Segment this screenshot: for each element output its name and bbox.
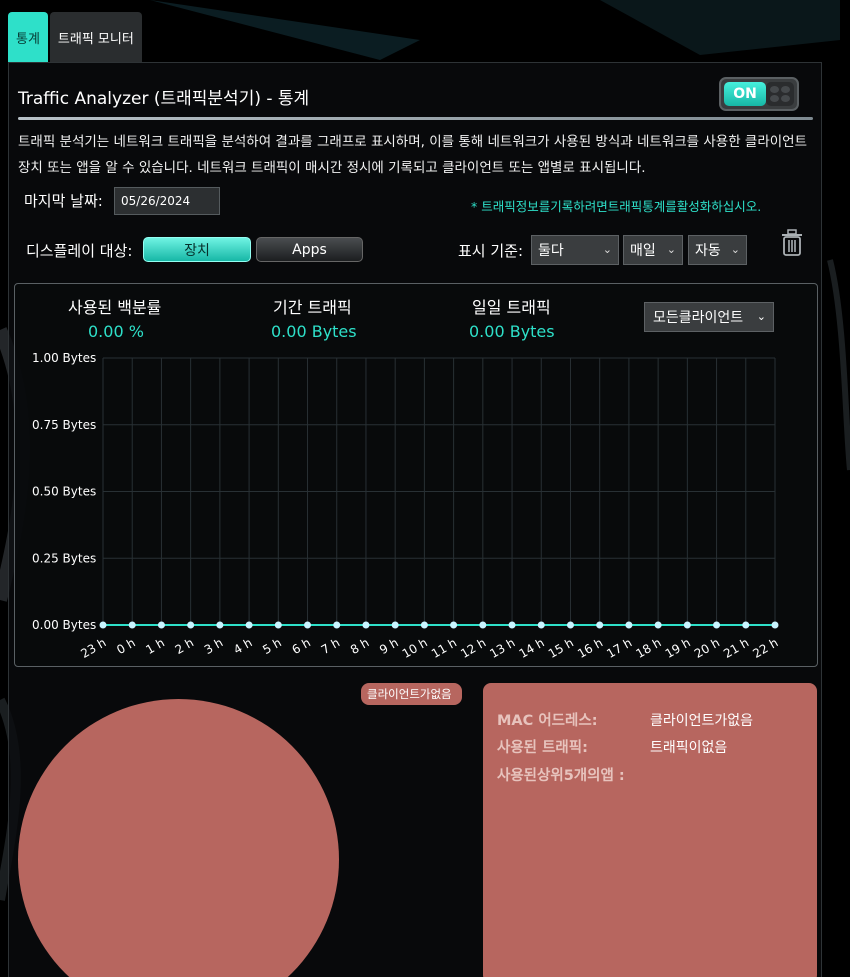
top-apps-label: 사용된상위5개의앱 : [497,768,625,784]
period-traffic-label: 기간 트래픽 [273,298,352,317]
display-basis-label: 표시 기준: [458,242,524,260]
data-point [157,621,165,629]
client-tag: 클라이언트가없음 [361,683,462,705]
used-traffic-label: 사용된 트래픽: [497,740,588,756]
data-point [654,621,662,629]
x-tick-label: 21 h [721,635,751,660]
data-point [450,621,458,629]
direction-select-value: 둘다 [538,243,564,259]
period-select[interactable]: 매일 ⌄ [623,235,683,265]
data-point [596,621,604,629]
x-tick-label: 7 h [319,635,343,657]
traffic-analyzer-toggle[interactable]: ON [719,77,799,111]
x-tick-label: 17 h [604,635,634,660]
chevron-down-icon: ⌄ [730,243,740,256]
toggle-on-label: ON [724,82,766,106]
x-tick-label: 5 h [260,635,284,657]
y-tick-label: 0.00 Bytes [32,618,96,632]
data-point [420,621,428,629]
last-date-input[interactable] [114,187,220,215]
x-tick-label: 23 h [78,635,108,660]
refresh-select[interactable]: 자동 ⌄ [688,235,747,265]
tab-traffic-monitor[interactable]: 트래픽 모니터 [49,12,142,62]
x-tick-label: 11 h [429,635,459,660]
x-tick-label: 18 h [634,635,664,660]
traffic-line-chart: 0.00 Bytes 0.25 Bytes 0.50 Bytes 0.75 Bytes… [32,351,781,661]
data-point [625,621,633,629]
data-point [274,621,282,629]
description-text: 트래픽 분석기는 네트워크 트래픽을 분석하여 결과를 그래프로 표시하며, 이… [18,134,808,176]
data-point [99,621,107,629]
used-traffic-value: 트래픽이없음 [650,740,728,756]
display-target-label: 디스플레이 대상: [26,242,133,260]
used-percent-label: 사용된 백분률 [68,298,162,317]
period-select-value: 매일 [630,243,656,259]
period-traffic-value: 0.00 Bytes [271,322,357,341]
x-tick-label: 10 h [400,635,430,660]
x-tick-label: 2 h [173,635,197,657]
daily-traffic-value: 0.00 Bytes [469,322,555,341]
x-tick-label: 6 h [290,635,314,657]
x-tick-label: 20 h [692,635,722,660]
client-select[interactable]: 모든클라이언트 ⌄ [644,302,774,332]
x-tick-label: 3 h [202,635,226,657]
x-tick-label: 4 h [231,635,255,657]
y-tick-label: 0.25 Bytes [32,551,96,565]
data-point [683,621,691,629]
toggle-knob [766,82,794,106]
chevron-down-icon: ⌄ [666,243,676,256]
page-title: Traffic Analyzer (트래픽분석기) - 통계 [18,89,310,109]
used-percent-value: 0.00 % [88,322,144,341]
data-point [333,621,341,629]
data-point [508,621,516,629]
y-tick-label: 1.00 Bytes [32,351,96,365]
data-point [245,621,253,629]
tab-statistics[interactable]: 통계 [8,12,48,62]
chevron-down-icon: ⌄ [756,310,766,323]
data-point [742,621,750,629]
mac-address-value: 클라이언트가없음 [650,713,754,729]
y-tick-label: 0.50 Bytes [32,485,96,499]
data-point [362,621,370,629]
tab-bar: 통계 트래픽 모니터 [8,12,142,62]
y-tick-label: 0.75 Bytes [32,418,96,432]
x-tick-label: 15 h [546,635,576,660]
x-tick-label: 19 h [663,635,693,660]
title-divider [18,117,813,120]
x-tick-label: 9 h [377,635,401,657]
daily-traffic-label: 일일 트래픽 [472,298,551,317]
data-point [537,621,545,629]
data-point [128,621,136,629]
x-tick-label: 1 h [143,635,167,657]
data-point [391,621,399,629]
x-tick-label: 14 h [517,635,547,660]
data-point [304,621,312,629]
apps-button[interactable]: Apps [256,237,363,262]
x-tick-label: 22 h [750,635,780,660]
client-select-value: 모든클라이언트 [653,310,744,326]
last-date-label: 마지막 날짜: [24,192,103,210]
data-point [566,621,574,629]
data-point [216,621,224,629]
x-tick-label: 13 h [487,635,517,660]
chevron-down-icon: ⌄ [602,243,612,256]
refresh-select-value: 자동 [695,243,721,259]
x-tick-label: 16 h [575,635,605,660]
direction-select[interactable]: 둘다 ⌄ [531,235,619,265]
data-point [479,621,487,629]
mac-address-label: MAC 어드레스: [497,713,598,729]
data-point [187,621,195,629]
x-tick-label: 12 h [458,635,488,660]
enable-notice: * 트래픽정보를기록하려면트래픽통계를활성화하십시오. [471,199,762,214]
data-point [713,621,721,629]
device-button[interactable]: 장치 [143,237,251,262]
data-point [771,621,779,629]
x-tick-label: 8 h [348,635,372,657]
x-tick-label: 0 h [114,635,138,657]
trash-icon[interactable] [779,228,805,256]
